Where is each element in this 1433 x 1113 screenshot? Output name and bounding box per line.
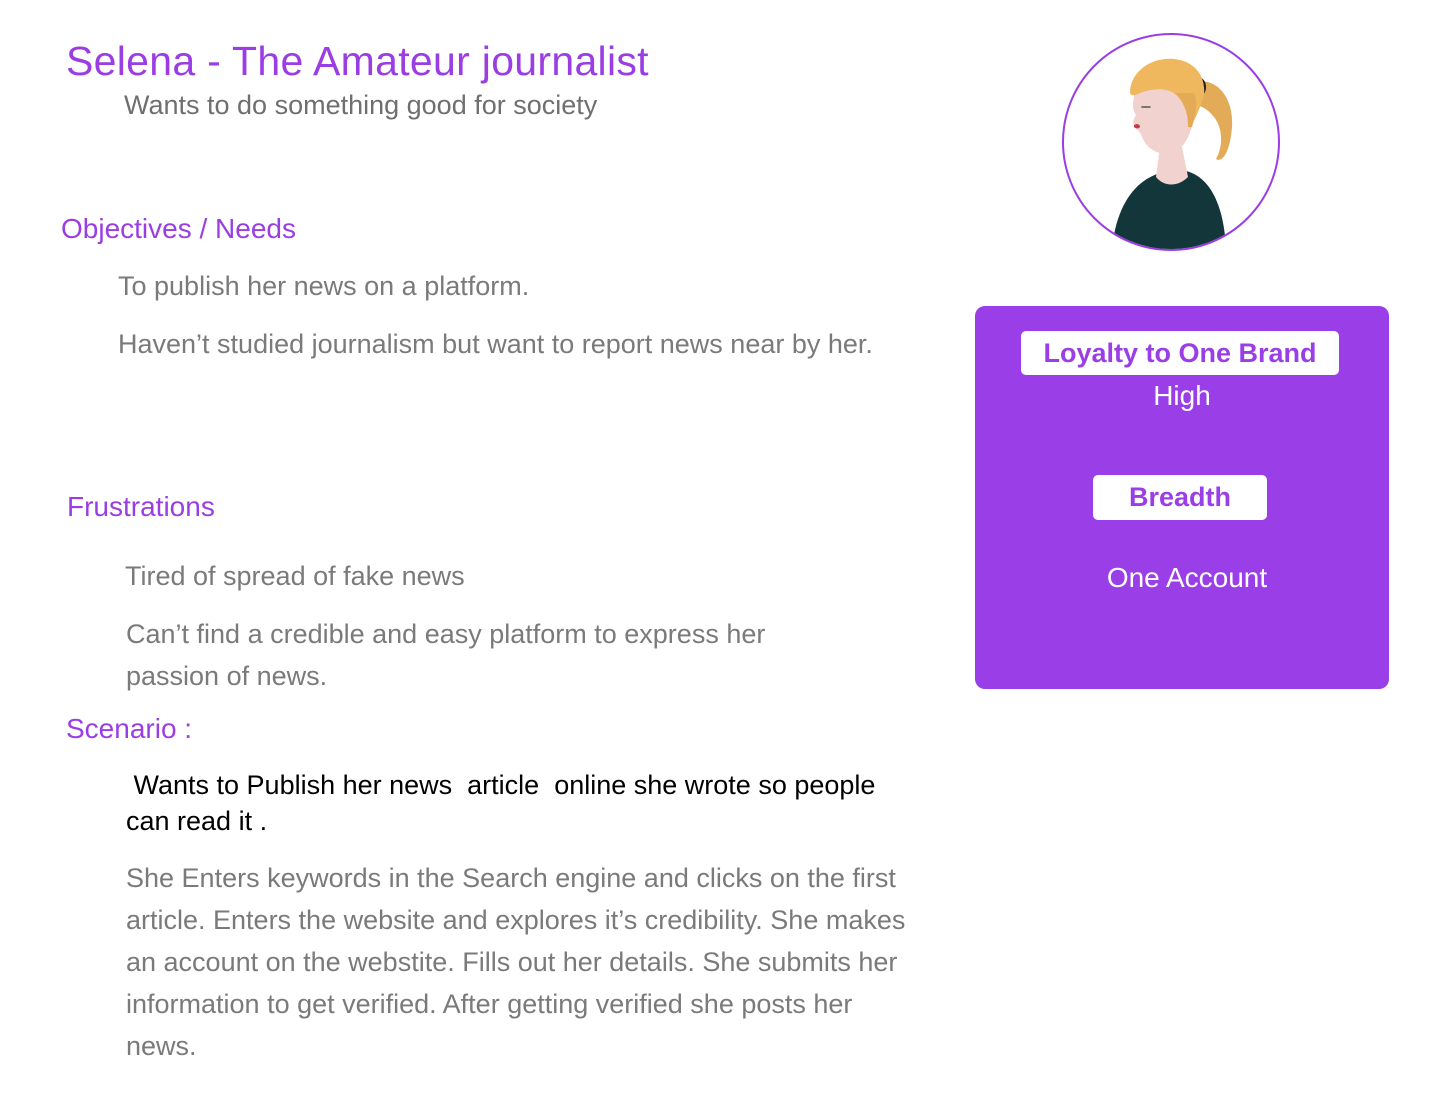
scenario-heading: Scenario : — [66, 713, 193, 744]
breadth-value: One Account — [1106, 562, 1268, 593]
loyalty-value: High — [1153, 380, 1211, 411]
metrics-card: Loyalty to One Brand High Breadth One Ac… — [975, 306, 1389, 689]
loyalty-label: Loyalty to One Brand — [1021, 331, 1339, 375]
breadth-label: Breadth — [1093, 475, 1267, 520]
frustration-item: Can’t find a credible and easy platform … — [126, 619, 766, 691]
objectives-heading: Objectives / Needs — [61, 213, 296, 244]
frustration-item: Tired of spread of fake news — [125, 561, 465, 591]
persona-subtitle: Wants to do something good for society — [124, 90, 598, 120]
woman-profile-icon — [1112, 58, 1233, 249]
persona-avatar — [1062, 33, 1280, 251]
objective-item: Haven’t studied journalism but want to r… — [118, 329, 873, 359]
scenario-lead: Wants to Publish her news article online… — [126, 770, 883, 836]
scenario-body: She Enters keywords in the Search engine… — [126, 863, 906, 1061]
persona-title: Selena - The Amateur journalist — [66, 38, 649, 84]
frustrations-heading: Frustrations — [67, 491, 215, 522]
objective-item: To publish her news on a platform. — [118, 271, 530, 301]
